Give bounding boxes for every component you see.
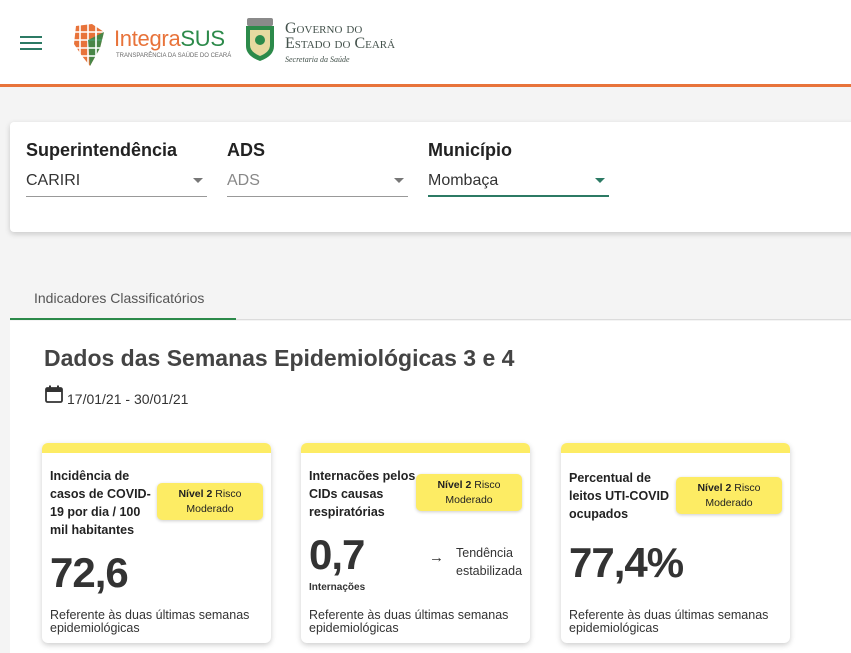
risk-color-bar [301, 443, 530, 453]
indicator-card-incidencia: Incidência de casos de COVID-19 por dia … [42, 443, 271, 643]
arrow-right-icon: → [429, 549, 444, 566]
chevron-down-icon [394, 178, 404, 183]
calendar-icon [45, 385, 63, 403]
ads-field: ADS ADS [227, 140, 408, 197]
reference-note: Referente às duas últimas semanas epidem… [50, 608, 250, 635]
gov-line2: Estado do Ceará [285, 35, 396, 52]
risk-color-bar [561, 443, 790, 453]
municipio-value: Mombaça [428, 172, 499, 189]
indicator-card-leitos-uti: Percentual de leitos UTI-COVID ocupados … [561, 443, 790, 643]
reference-note: Referente às duas últimas semanas epidem… [569, 608, 769, 635]
filter-panel: Superintendência CARIRI ADS ADS Municípi… [10, 122, 851, 232]
indicator-value: 72,6 [50, 549, 129, 596]
date-range: 17/01/21 - 30/01/21 [67, 391, 189, 407]
card-title: Incidência de casos de COVID-19 por dia … [50, 469, 151, 537]
integrasus-logo-mark-icon [74, 22, 106, 68]
indicator-value: 77,4% [569, 539, 684, 586]
card-title: Internacões pelos CIDs causas respiratór… [309, 469, 416, 519]
municipio-select[interactable]: Mombaça [428, 169, 609, 197]
reference-note: Referente às duas últimas semanas epidem… [309, 608, 509, 635]
ads-select[interactable]: ADS [227, 169, 408, 197]
integrasus-logo[interactable]: IntegraSUS TRANSPARÊNCIA DA SAÚDE DO CEA… [70, 20, 232, 68]
governo-ceara-logo[interactable]: Governo do Estado do Ceará Secretaria da… [243, 16, 413, 68]
indicator-card-internacoes: Internacões pelos CIDs causas respiratór… [301, 443, 530, 643]
indicator-unit: Internações [309, 582, 366, 593]
indicator-value: 0,7 [309, 531, 365, 578]
municipio-field: Município Mombaça [428, 140, 609, 197]
menu-icon[interactable] [20, 36, 42, 52]
section-title: Dados das Semanas Epidemiológicas 3 e 4 [44, 345, 515, 371]
tab-indicadores-classificatorios[interactable]: Indicadores Classificatórios [10, 278, 236, 320]
chevron-down-icon [595, 178, 605, 183]
risk-badge: Nível 2 Risco Moderado [416, 474, 522, 511]
coat-of-arms-icon [246, 18, 274, 61]
chevron-down-icon [193, 178, 203, 183]
logo-tagline: TRANSPARÊNCIA DA SAÚDE DO CEARÁ [116, 53, 232, 59]
municipio-label: Município [428, 140, 512, 160]
indicators-panel: Dados das Semanas Epidemiológicas 3 e 4 … [10, 321, 851, 653]
risk-color-bar [42, 443, 271, 453]
app-header: IntegraSUS TRANSPARÊNCIA DA SAÚDE DO CEA… [0, 0, 851, 87]
ads-value: ADS [227, 172, 260, 189]
tab-divider [236, 319, 851, 320]
card-title: Percentual de leitos UTI-COVID ocupados [569, 471, 670, 521]
superintendencia-label: Superintendência [26, 140, 178, 160]
superintendencia-select[interactable]: CARIRI [26, 169, 207, 197]
superintendencia-value: CARIRI [26, 172, 81, 189]
gov-line3: Secretaria da Saúde [285, 55, 350, 64]
superintendencia-field: Superintendência CARIRI [26, 140, 207, 197]
tab-label: Indicadores Classificatórios [34, 290, 205, 306]
logo-wordmark: IntegraSUS [114, 26, 225, 51]
ads-label: ADS [227, 140, 266, 160]
trend-text: Tendência estabilizada [456, 546, 523, 578]
risk-badge: Nível 2 Risco Moderado [676, 477, 782, 514]
risk-badge: Nível 2 Risco Moderado [157, 483, 263, 520]
